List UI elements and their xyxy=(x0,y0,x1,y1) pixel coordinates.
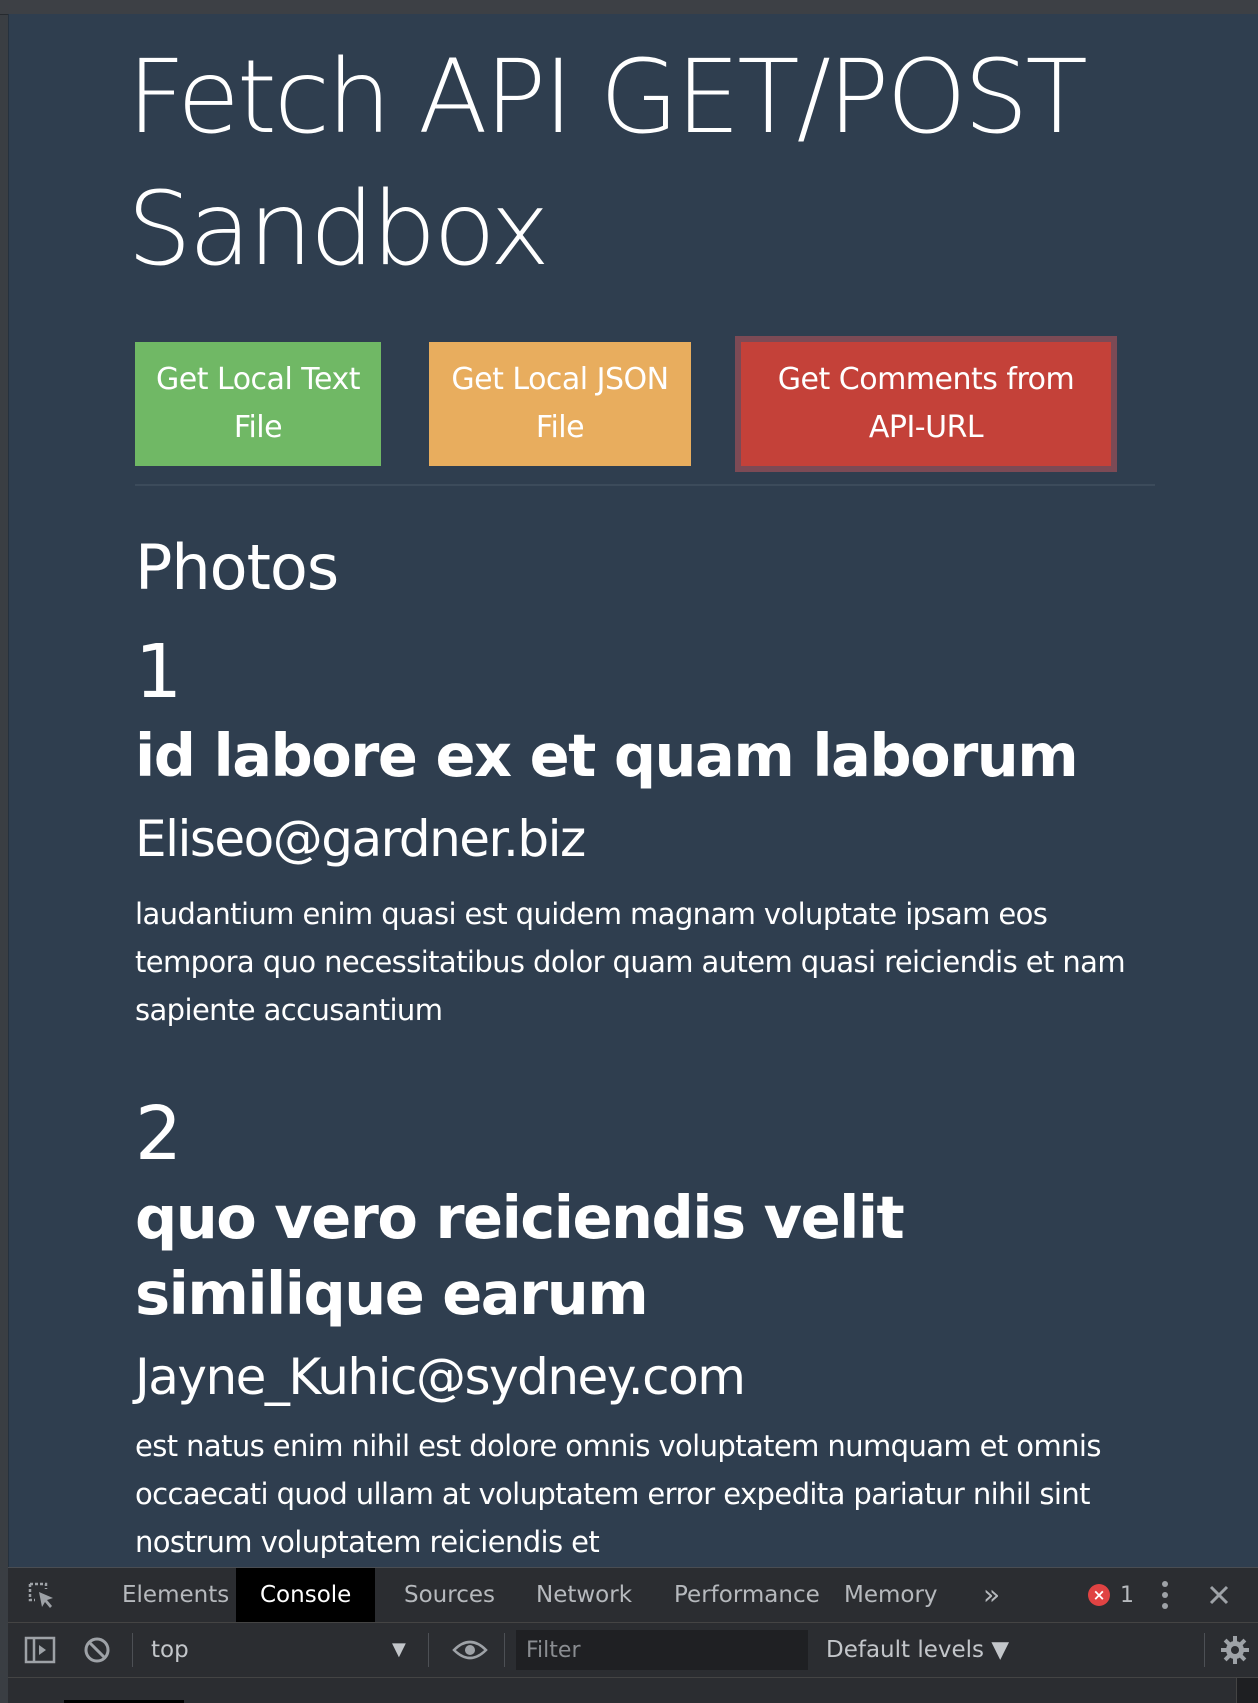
tab-console[interactable]: Console xyxy=(236,1568,376,1622)
devtools-tab-bar: Elements Console Sources Network Perform… xyxy=(8,1568,1258,1623)
comment-name: id labore ex et quam laborum xyxy=(135,721,1079,790)
close-icon[interactable] xyxy=(1204,1580,1234,1610)
comment-id: 2 xyxy=(135,1091,183,1177)
window-top-strip xyxy=(0,0,1258,15)
toolbar-separator xyxy=(428,1633,429,1667)
tab-network[interactable]: Network xyxy=(512,1568,656,1622)
button-row: Get Local Text File Get Local JSON File … xyxy=(127,328,1157,472)
error-counter[interactable]: × 1 xyxy=(1088,1582,1134,1608)
error-count: 1 xyxy=(1120,1582,1134,1608)
live-expression-icon[interactable] xyxy=(452,1637,488,1663)
comment-email: Eliseo@gardner.biz xyxy=(135,810,586,868)
tab-memory[interactable]: Memory xyxy=(820,1568,962,1622)
log-levels-dropdown[interactable]: Default levels ▼ xyxy=(826,1623,1009,1677)
console-toolbar: top ▼ Default levels ▼ xyxy=(8,1623,1258,1678)
toolbar-separator xyxy=(504,1633,505,1667)
inspect-element-icon[interactable] xyxy=(26,1580,58,1612)
tab-sources[interactable]: Sources xyxy=(380,1568,519,1622)
sidebar-toggle-icon[interactable] xyxy=(24,1635,56,1665)
page-title: Fetch API GET/POST Sandbox xyxy=(127,38,1088,289)
gear-icon[interactable] xyxy=(1220,1635,1250,1665)
error-icon: × xyxy=(1088,1584,1110,1606)
toolbar-separator xyxy=(132,1633,133,1667)
context-selector[interactable]: top xyxy=(151,1623,189,1677)
comment-body: laudantium enim quasi est quidem magnam … xyxy=(135,897,1126,1027)
get-api-button[interactable]: Get Comments from API-URL xyxy=(735,336,1117,472)
toolbar-separator xyxy=(1204,1633,1205,1667)
clear-console-icon[interactable] xyxy=(82,1635,112,1665)
kebab-menu-icon[interactable] xyxy=(1160,1578,1170,1612)
get-text-button-label: Get Local Text File xyxy=(156,362,360,445)
tab-elements[interactable]: Elements xyxy=(98,1568,253,1622)
page-viewport: Fetch API GET/POST Sandbox Get Local Tex… xyxy=(8,14,1258,1567)
comment-id: 1 xyxy=(135,629,183,715)
get-api-button-label: Get Comments from API-URL xyxy=(777,362,1075,445)
tab-performance[interactable]: Performance xyxy=(650,1568,844,1622)
comment-name: quo vero reiciendis velit similique earu… xyxy=(135,1183,905,1328)
console-output-area[interactable] xyxy=(8,1678,1258,1703)
comment-item: 2 quo vero reiciendis velit similique ea… xyxy=(135,1088,1165,1566)
context-dropdown-arrow[interactable]: ▼ xyxy=(392,1623,406,1677)
console-filter-input[interactable] xyxy=(516,1630,808,1670)
get-json-button[interactable]: Get Local JSON File xyxy=(429,342,691,466)
section-divider xyxy=(135,484,1155,486)
get-json-button-label: Get Local JSON File xyxy=(451,362,669,445)
output-heading: Photos xyxy=(135,531,339,604)
more-tabs-button[interactable]: » xyxy=(983,1568,1000,1622)
get-text-button[interactable]: Get Local Text File xyxy=(135,342,381,466)
comment-email: Jayne_Kuhic@sydney.com xyxy=(135,1348,746,1406)
devtools-panel: Elements Console Sources Network Perform… xyxy=(8,1567,1258,1703)
comment-item: 1 id labore ex et quam laborum Eliseo@ga… xyxy=(135,626,1165,1034)
comment-body: est natus enim nihil est dolore omnis vo… xyxy=(135,1429,1101,1559)
console-scrollbar[interactable] xyxy=(1236,1678,1258,1703)
